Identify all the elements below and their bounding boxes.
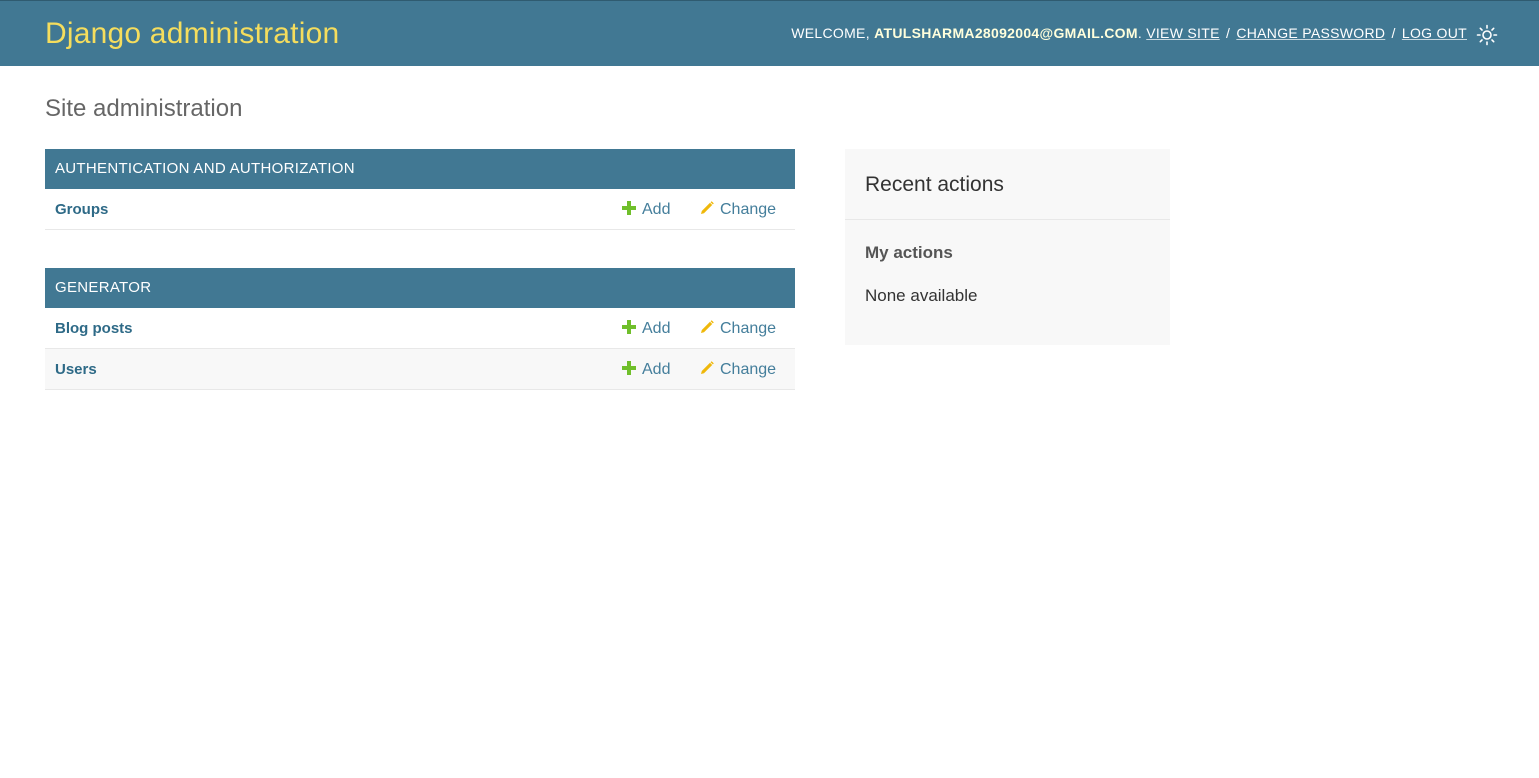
change-button[interactable]: Change [700,201,776,219]
sun-icon[interactable] [1476,24,1498,46]
recent-actions-title: Recent actions [865,173,1004,196]
change-label: Change [720,361,777,378]
username: ATULSHARMA28092004@GMAIL.COM [874,25,1138,41]
page-title: Site administration [45,95,243,122]
module-auth: AUTHENTICATION AND AUTHORIZATION Groups … [45,149,795,230]
plus-icon [622,201,636,215]
model-link-users[interactable]: Users [55,361,97,378]
empty-actions-text: None available [865,286,978,305]
log-out-link[interactable]: LOG OUT [1402,25,1467,41]
pencil-icon [700,320,714,334]
header-bar: Django administration WELCOME, ATULSHARM… [0,0,1539,66]
view-site-link[interactable]: VIEW SITE [1146,25,1220,41]
separator: / [1225,25,1231,41]
model-row-blog-posts: Blog posts Add Change [45,308,795,349]
model-row-users: Users Add Change [45,349,795,390]
change-button[interactable]: Change [700,320,776,338]
module-caption[interactable]: GENERATOR [45,268,795,308]
add-button[interactable]: Add [622,361,670,379]
user-tools: WELCOME, ATULSHARMA28092004@GMAIL.COM. V… [791,25,1467,41]
divider [845,219,1170,220]
add-label: Add [642,320,671,337]
welcome-label: WELCOME, [791,25,870,41]
username-suffix: . [1137,25,1143,41]
separator: / [1391,25,1396,41]
site-brand[interactable]: Django administration [45,17,339,51]
plus-icon [622,320,636,334]
plus-icon [622,361,636,375]
change-label: Change [720,201,777,218]
recent-actions-panel: Recent actions My actions None available [845,149,1170,345]
pencil-icon [700,361,714,375]
pencil-icon [700,201,714,215]
change-button[interactable]: Change [700,361,776,379]
module-generator: GENERATOR Blog posts Add Change Users Ad… [45,268,795,390]
model-link-blog-posts[interactable]: Blog posts [55,320,133,337]
change-password-link[interactable]: CHANGE PASSWORD [1236,25,1385,41]
add-label: Add [642,361,671,378]
add-button[interactable]: Add [622,320,670,338]
my-actions-heading: My actions [865,243,953,262]
add-button[interactable]: Add [622,201,670,219]
model-row-groups: Groups Add Change [45,189,795,230]
module-caption[interactable]: AUTHENTICATION AND AUTHORIZATION [45,149,795,189]
model-link-groups[interactable]: Groups [55,201,108,218]
add-label: Add [642,201,671,218]
change-label: Change [720,320,777,337]
